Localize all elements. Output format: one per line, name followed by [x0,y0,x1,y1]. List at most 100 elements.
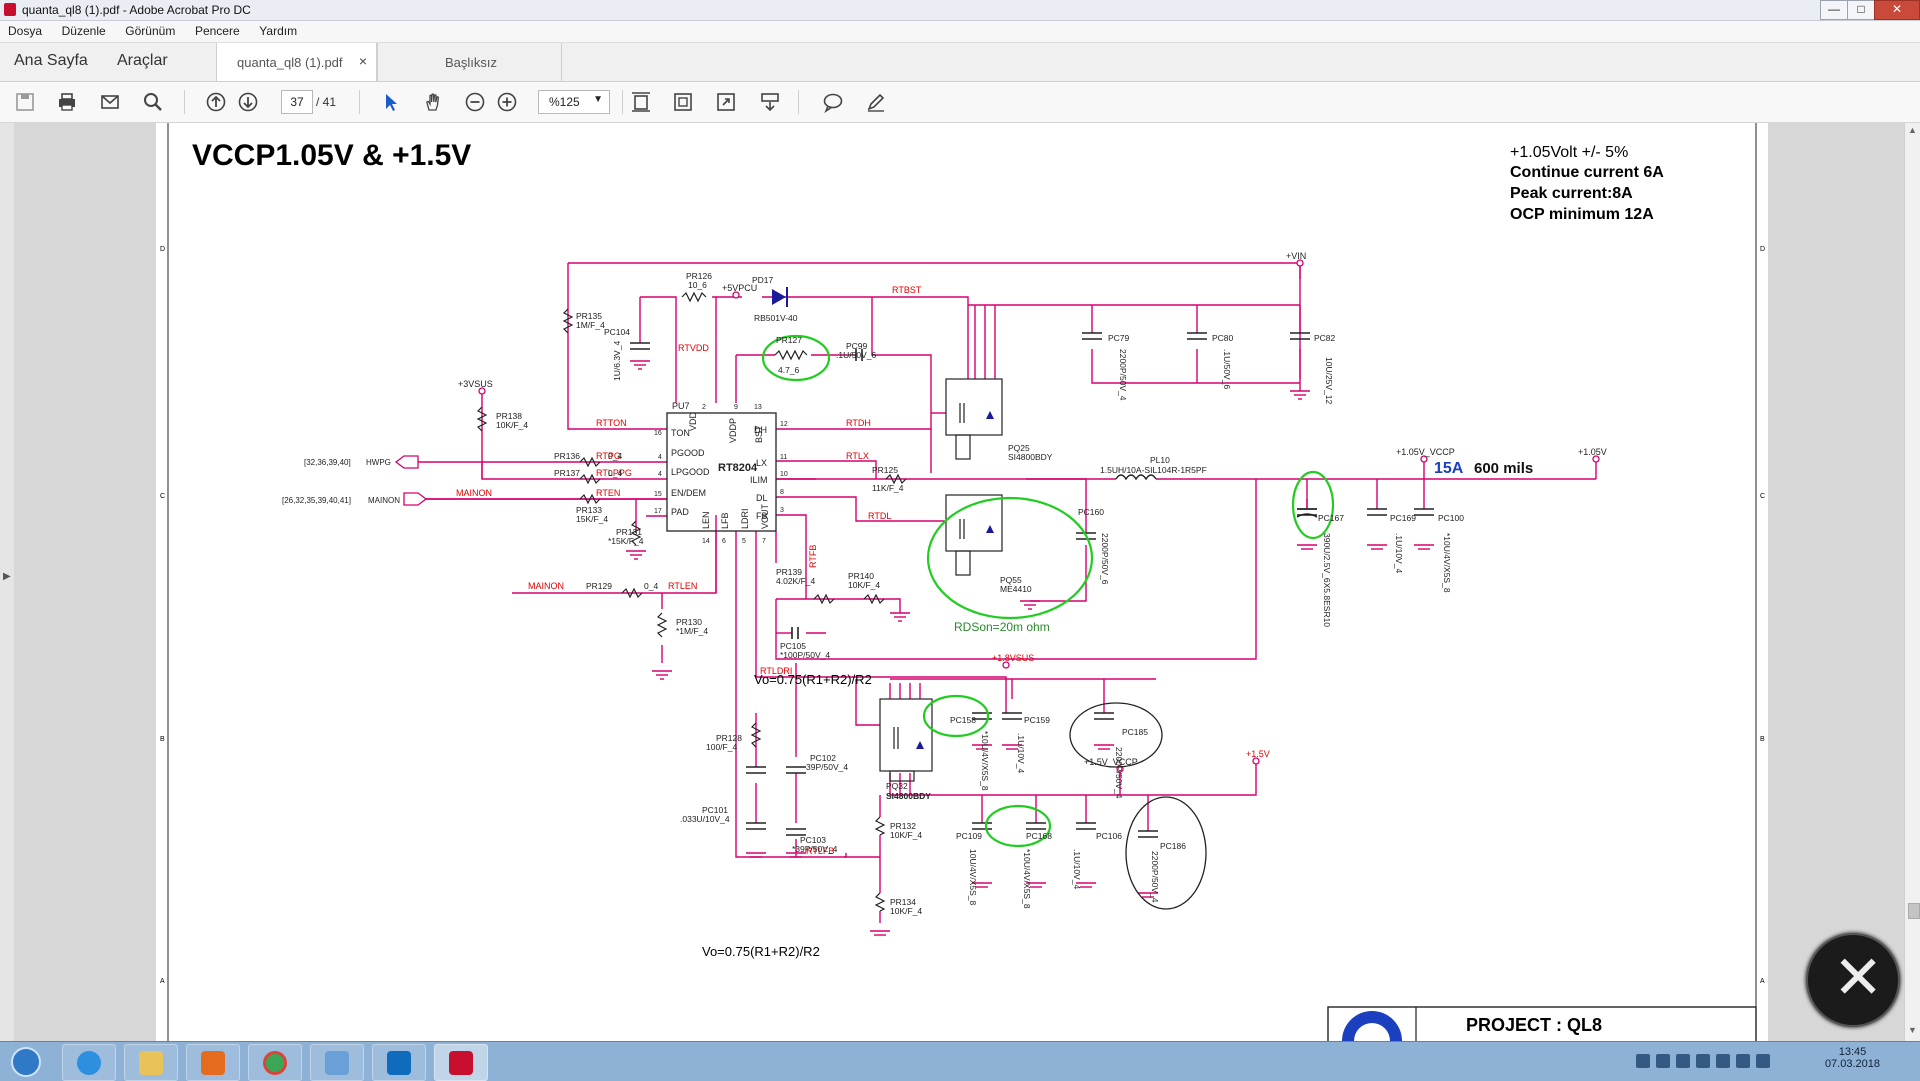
pin-number: 11 [780,454,787,461]
sign-icon[interactable] [863,89,889,115]
document-canvas[interactable]: D C B A D C B A VCCP1.05V & +1.5V +1.05V… [14,123,1904,1048]
part-ref: PC79 [1108,333,1130,343]
tray-icon[interactable] [1676,1054,1690,1068]
menu-view[interactable]: Görünüm [117,21,183,38]
signal-label: MAINON [528,581,564,591]
net-label: +1.8VSUS [992,653,1034,663]
current-label: 15A [1434,460,1464,477]
part-ref: PC185 [1122,727,1148,737]
part-value: SI4800BDY [1008,452,1053,462]
print-icon[interactable] [54,89,80,115]
select-arrow-icon[interactable] [378,89,404,115]
vertical-scrollbar[interactable]: ▲ ▼ [1904,123,1920,1041]
page-number-input[interactable]: 37 [281,90,313,114]
vo-formula: Vo=0.75(R1+R2)/R2 [702,944,820,959]
taskbar-search-tool[interactable] [310,1044,364,1081]
fit-page-icon[interactable] [670,89,696,115]
signal-label: RTLDRI [760,666,792,676]
nav-tools[interactable]: Araçlar [117,52,168,70]
ic-pin: DL [756,493,768,503]
signal-label: RTTON [596,418,627,428]
edge-letter: C [1760,493,1765,500]
system-tray-icons[interactable] [1630,1054,1810,1070]
menu-help[interactable]: Yardım [251,21,305,38]
menu-file[interactable]: Dosya [0,21,50,38]
part-ref: PC167 [1318,513,1344,523]
tray-icon[interactable] [1756,1054,1770,1068]
schematic-title: VCCP1.05V & +1.5V [192,139,471,172]
part-value: 0_4 [608,468,622,478]
tray-icon[interactable] [1636,1054,1650,1068]
part-ref: PC100 [1438,513,1464,523]
media-player-icon [201,1050,225,1075]
page-down-icon[interactable] [235,89,261,115]
start-button[interactable] [3,1042,49,1081]
chevron-down-icon: ▼ [593,94,603,105]
signal-label: MAINON [456,488,492,498]
scroll-down-icon[interactable]: ▼ [1908,1025,1917,1035]
part-value: 4.7_6 [778,365,800,375]
overlay-close-button[interactable]: ✕ [1806,933,1900,1027]
mail-icon[interactable] [97,89,123,115]
taskbar-explorer[interactable] [124,1044,178,1081]
part-value: 2200P/50V_6 [1100,533,1110,585]
tab-close-icon[interactable]: × [359,53,367,69]
window-title: quanta_ql8 (1).pdf - Adobe Acrobat Pro D… [22,3,251,17]
tab-untitled[interactable]: Başlıksız [376,43,562,81]
net-label: +1.5V_VCCP [1084,757,1138,767]
zoom-out-icon[interactable] [462,89,488,115]
signal-label: RTFB [808,545,818,568]
zoom-select[interactable]: %125 ▼ [538,90,610,114]
search-tool-icon [325,1050,349,1075]
nav-home[interactable]: Ana Sayfa [14,52,88,70]
part-ref: PR125 [872,465,898,475]
menu-edit[interactable]: Düzenle [54,21,114,38]
ic-pin: EN/DEM [671,488,706,498]
zoom-in-icon[interactable] [494,89,520,115]
taskbar-ie[interactable] [62,1044,116,1081]
hand-icon[interactable] [420,89,446,115]
tray-icon[interactable] [1696,1054,1710,1068]
part-ref: PC159 [1024,715,1050,725]
part-value: .1U/10V_4 [1394,533,1404,573]
part-value: 100/F_4 [706,742,737,752]
net-label: +1.05V [1578,447,1607,457]
tray-icon[interactable] [1736,1054,1750,1068]
clock[interactable]: 13:45 07.03.2018 [1825,1046,1880,1070]
part-value: *10U/4V/X5S_8 [980,731,990,791]
part-value: ME4410 [1000,584,1032,594]
left-panel-toggle[interactable]: ▶ [0,123,15,1041]
signal-label: RTDH [846,418,871,428]
maximize-button[interactable]: □ [1847,0,1875,20]
pin-number: 4 [658,454,662,461]
full-screen-icon[interactable] [713,89,739,115]
comment-icon[interactable] [820,89,846,115]
taskbar-chrome[interactable] [248,1044,302,1081]
part-ref: PC109 [956,831,982,841]
taskbar-media[interactable] [186,1044,240,1081]
pdf-page: D C B A D C B A VCCP1.05V & +1.5V +1.05V… [156,123,1768,1048]
tab-document[interactable]: quanta_ql8 (1).pdf × [216,43,378,81]
page-up-icon[interactable] [203,89,229,115]
save-icon[interactable] [12,89,38,115]
taskbar: 13:45 07.03.2018 [0,1041,1920,1081]
scroll-mode-icon[interactable] [757,89,783,115]
project-label: PROJECT : QL8 [1466,1015,1602,1035]
part-value: 10K/F_4 [848,580,880,590]
taskbar-acrobat[interactable] [434,1044,488,1081]
scroll-up-icon[interactable]: ▲ [1908,125,1917,135]
part-ref: PC106 [1096,831,1122,841]
edge-letter: D [1760,246,1765,253]
page-total: / 41 [316,95,337,109]
tray-icon[interactable] [1716,1054,1730,1068]
scrollbar-thumb[interactable] [1908,903,1920,919]
fit-width-icon[interactable] [628,89,654,115]
taskbar-outlook[interactable] [372,1044,426,1081]
pin-number: 10 [780,471,788,478]
menu-window[interactable]: Pencere [187,21,248,38]
search-icon[interactable] [140,89,166,115]
minimize-button[interactable]: — [1820,0,1848,20]
close-window-button[interactable]: ✕ [1874,0,1920,20]
tray-icon[interactable] [1656,1054,1670,1068]
signal-label: RTEN [596,488,620,498]
